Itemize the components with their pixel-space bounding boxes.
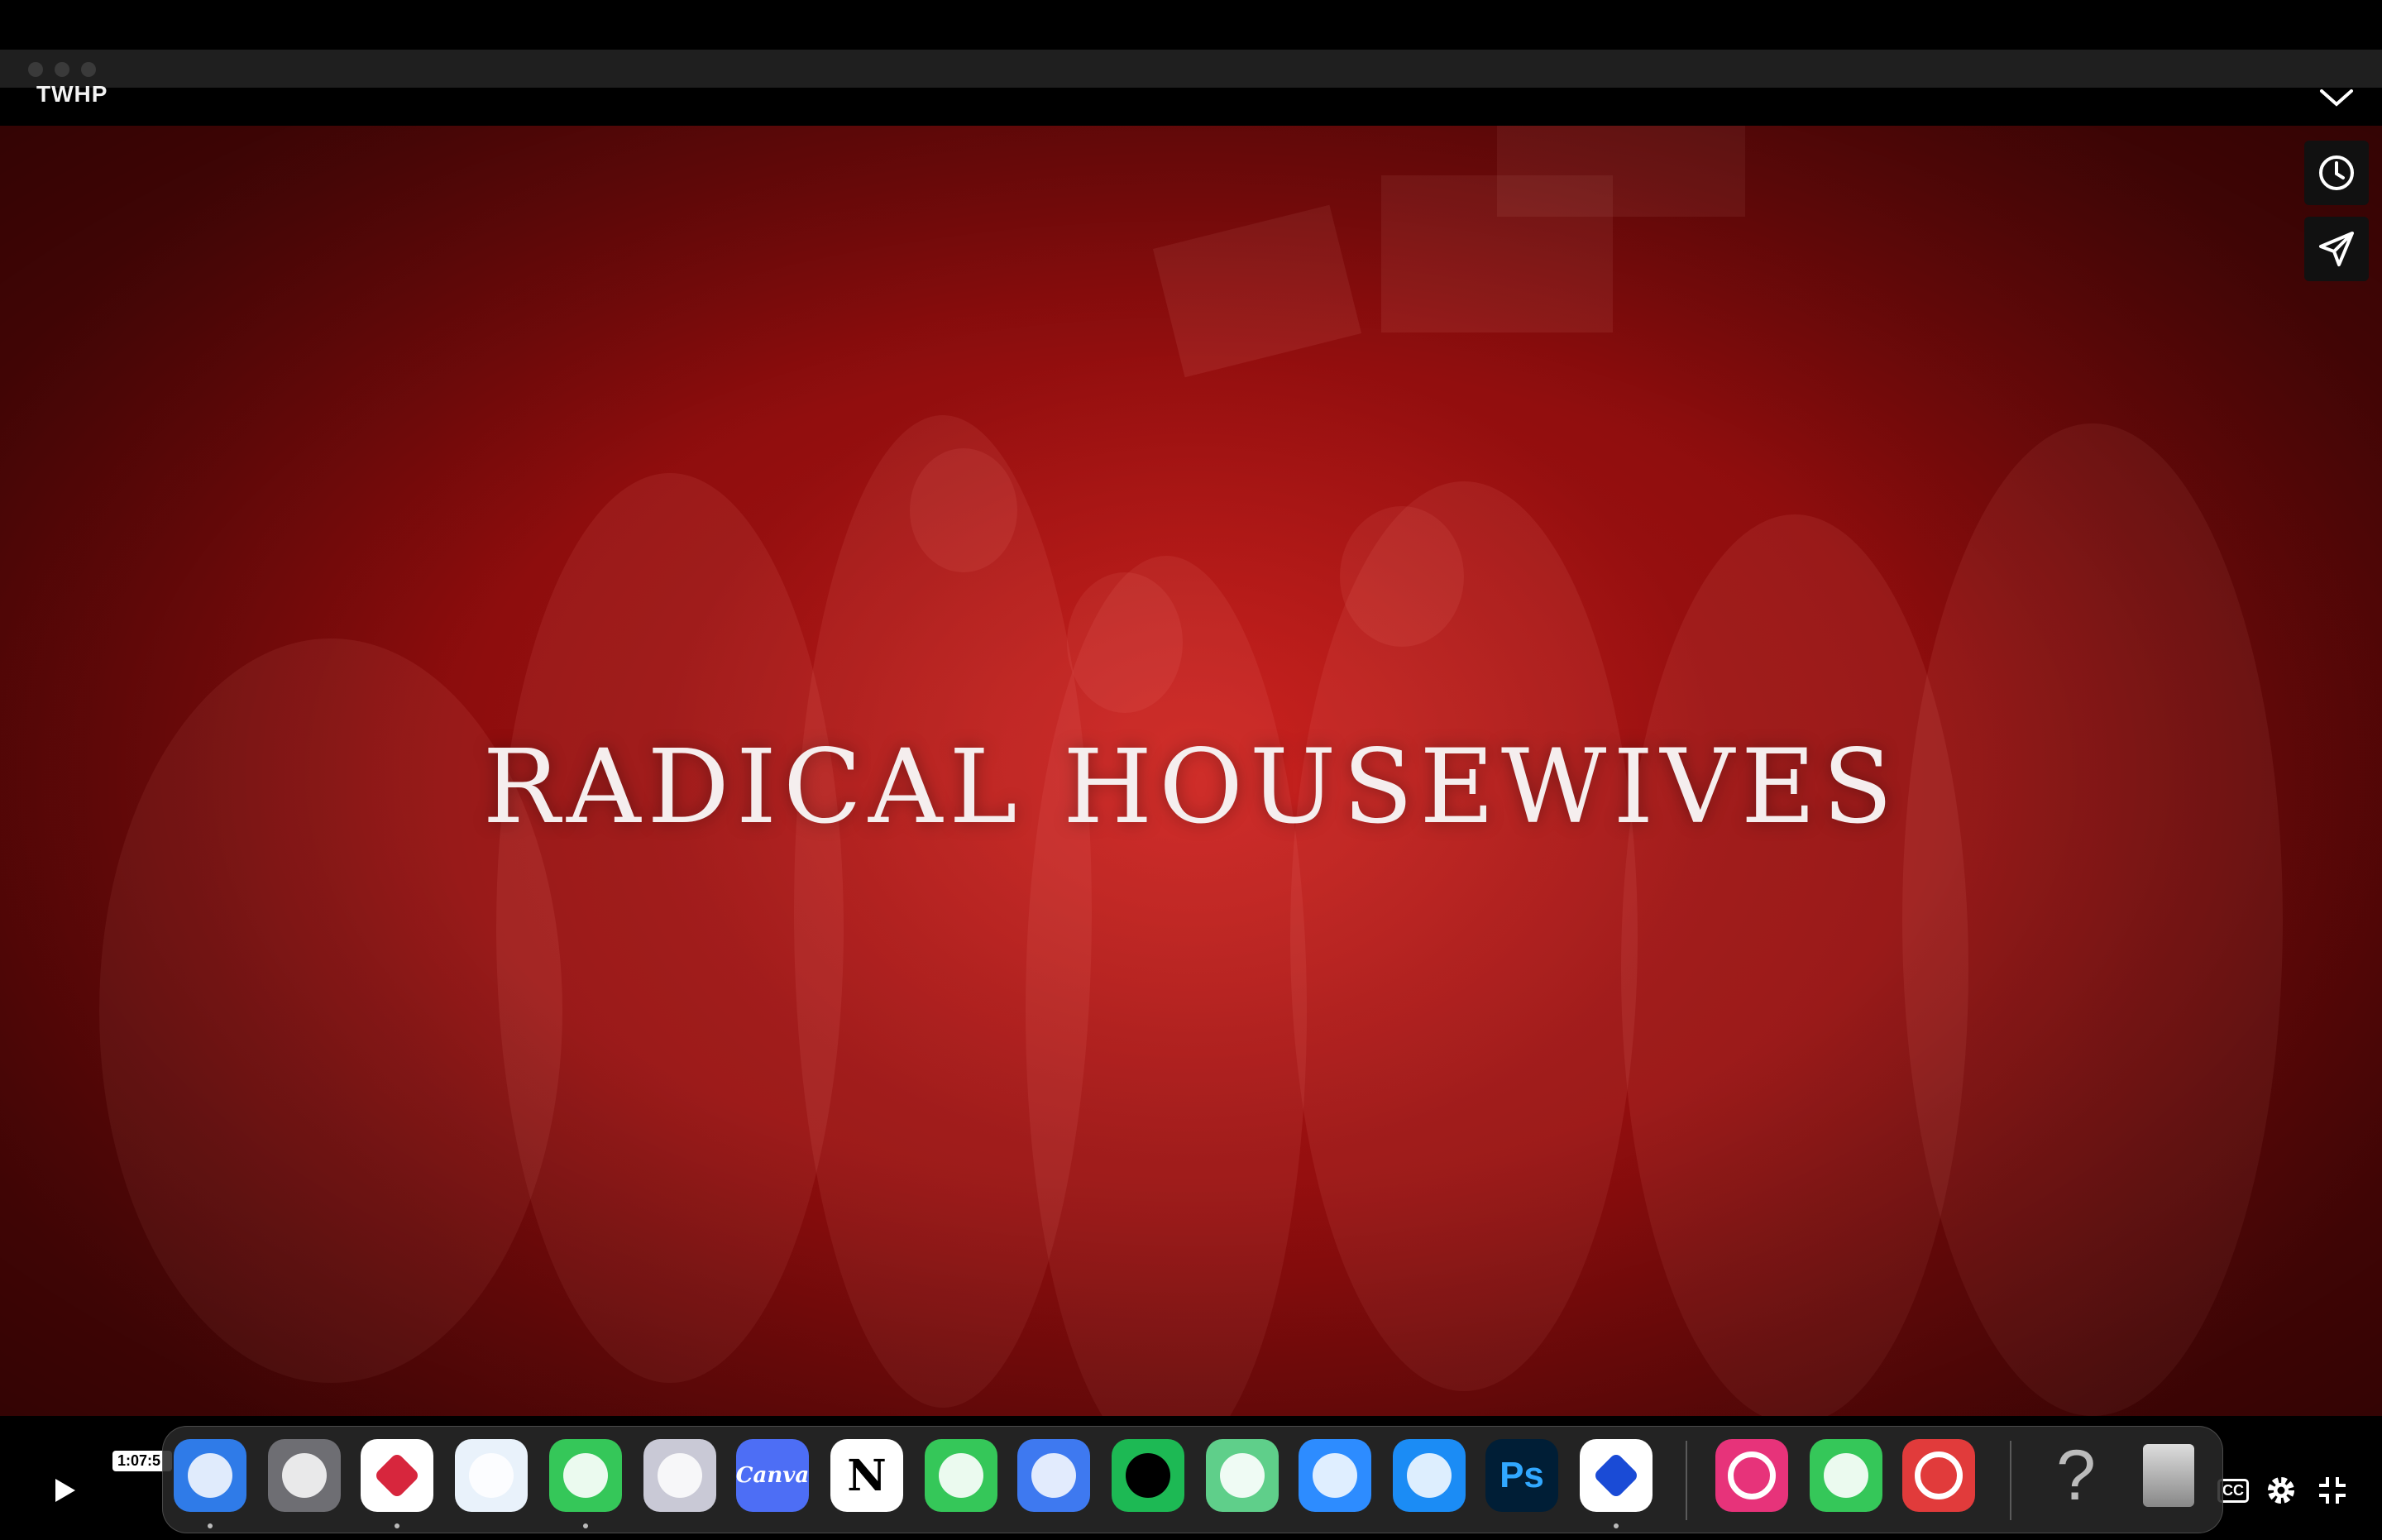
dock-app-facetime[interactable] — [1810, 1439, 1882, 1512]
minimize-window-icon[interactable] — [55, 62, 69, 77]
mountain-icon — [1031, 1453, 1076, 1498]
dock-app-perplexity[interactable] — [1206, 1439, 1279, 1512]
dock-app-numbers[interactable] — [925, 1439, 997, 1512]
dock-separator — [1686, 1441, 1687, 1520]
running-indicator — [208, 1523, 213, 1528]
facetime-icon — [1824, 1453, 1868, 1498]
maximize-window-icon[interactable] — [81, 62, 96, 77]
dock-app-zoom[interactable] — [1299, 1439, 1371, 1512]
photoshop-icon: Ps — [1500, 1455, 1544, 1495]
gear-icon — [282, 1453, 327, 1498]
notion-icon: N — [847, 1450, 887, 1501]
dock-app-canva[interactable]: Canva — [736, 1439, 809, 1512]
speech-bubble-icon — [563, 1453, 608, 1498]
spotify-icon — [1126, 1453, 1170, 1498]
dock-app-finder[interactable] — [174, 1439, 246, 1512]
finder-icon — [188, 1453, 232, 1498]
dock-app-app-store[interactable] — [1393, 1439, 1466, 1512]
exit-fullscreen-button[interactable] — [2313, 1471, 2352, 1510]
share-button[interactable] — [2304, 217, 2369, 281]
app-store-icon — [1407, 1453, 1452, 1498]
dock-app-launchpad[interactable] — [643, 1439, 716, 1512]
running-indicator — [395, 1523, 399, 1528]
dock-app-system-settings[interactable] — [268, 1439, 341, 1512]
paper-plane-icon — [2319, 232, 2354, 266]
kite-icon — [1592, 1452, 1640, 1499]
question-icon: ? — [2056, 1439, 2096, 1512]
dock-separator — [2010, 1441, 2011, 1520]
dock-app-linear[interactable] — [1580, 1439, 1653, 1512]
window-titlebar — [0, 50, 2382, 88]
play-button[interactable] — [45, 1471, 84, 1510]
watch-later-button[interactable] — [2304, 141, 2369, 205]
running-indicator — [1614, 1523, 1619, 1528]
compass-icon — [469, 1453, 514, 1498]
dock-app-notion[interactable]: N — [830, 1439, 903, 1512]
settings-button[interactable] — [2261, 1471, 2301, 1510]
dock-app-spotify[interactable] — [1112, 1439, 1184, 1512]
clock-icon — [2319, 155, 2354, 190]
grid-icon — [658, 1453, 702, 1498]
creative-cloud-icon — [1728, 1452, 1776, 1499]
video-title-text: RADICAL HOUSEWIVES — [482, 728, 1900, 847]
channel-title[interactable]: TWHP — [36, 81, 108, 108]
dock-app-messages[interactable] — [549, 1439, 622, 1512]
diamond-grid-icon — [1220, 1453, 1265, 1498]
exit-fullscreen-icon — [2319, 1477, 2346, 1504]
dock-app-help[interactable]: ? — [2040, 1439, 2112, 1512]
close-window-icon[interactable] — [28, 62, 43, 77]
canva-icon: Canva — [736, 1463, 809, 1488]
play-icon — [55, 1479, 75, 1502]
dock-app-trash[interactable] — [2132, 1439, 2205, 1512]
chevron-down-icon — [2320, 89, 2353, 107]
running-indicator — [583, 1523, 588, 1528]
dock-app-setapp[interactable] — [361, 1439, 433, 1512]
trash-icon — [2143, 1444, 2194, 1507]
acrobat-icon — [1915, 1452, 1963, 1499]
dock-app-safari[interactable] — [455, 1439, 528, 1512]
player-header — [0, 88, 2382, 126]
gear-icon — [2268, 1477, 2294, 1504]
video-camera-icon — [1313, 1453, 1357, 1498]
bar-chart-icon — [939, 1453, 983, 1498]
dock-app-acrobat-sign[interactable] — [1902, 1439, 1975, 1512]
s-logo-icon — [373, 1452, 421, 1499]
dock-app-photoshop[interactable]: Ps — [1485, 1439, 1558, 1512]
collapse-button[interactable] — [2304, 66, 2369, 131]
dock-app-creative-cloud[interactable] — [1715, 1439, 1788, 1512]
dock-app-nordvpn[interactable] — [1017, 1439, 1090, 1512]
